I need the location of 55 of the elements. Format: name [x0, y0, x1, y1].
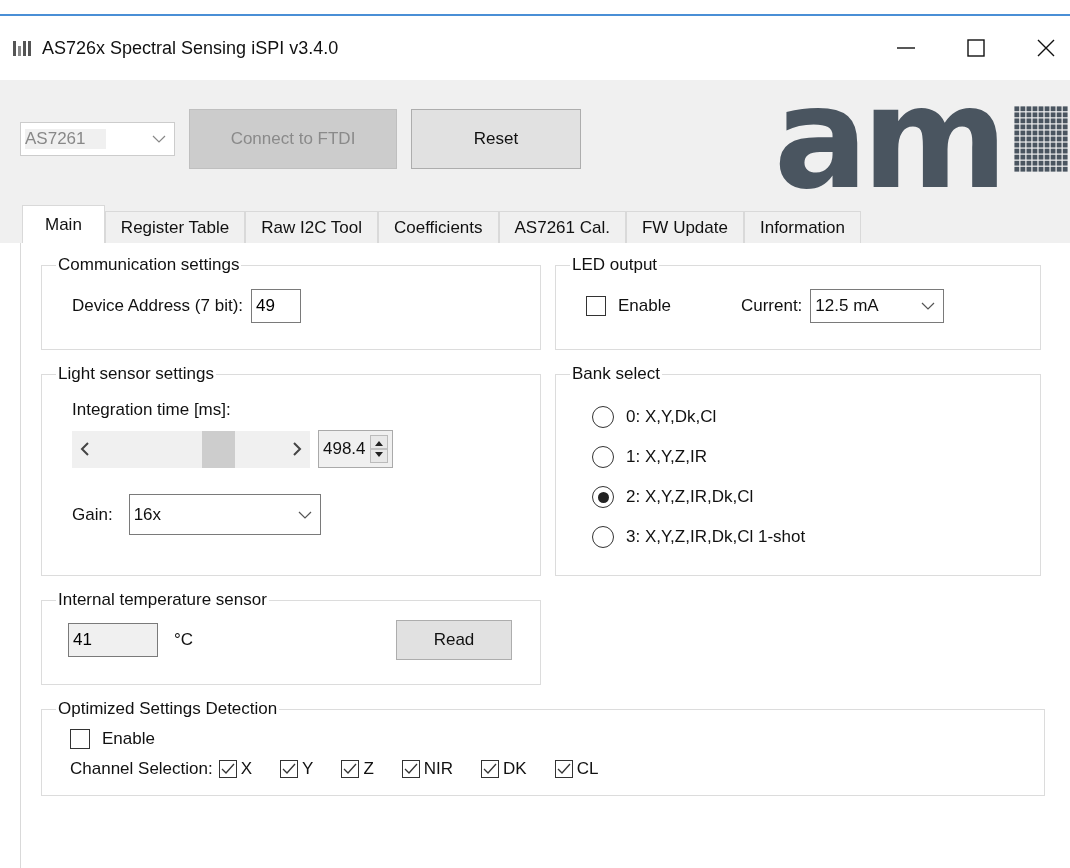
spin-arrows-icon[interactable] [369, 435, 388, 463]
radio-label: 0: X,Y,Dk,Cl [626, 407, 717, 427]
checkbox-label: CL [576, 759, 599, 779]
checkbox[interactable] [401, 760, 420, 778]
radio-label: 2: X,Y,Z,IR,Dk,Cl [626, 487, 754, 507]
tab[interactable]: Coefficients [378, 211, 499, 243]
group-title: Light sensor settings [57, 364, 215, 384]
checkbox-label: Enable [102, 729, 155, 749]
group-title: Internal temperature sensor [57, 590, 268, 610]
group-title: Bank select [571, 364, 661, 384]
maximize-icon[interactable] [966, 38, 986, 58]
current-select[interactable]: 12.5 mA [810, 289, 945, 323]
checkbox[interactable] [554, 760, 573, 778]
tab[interactable]: AS7261 Cal. [498, 211, 626, 243]
toolbar-button[interactable]: Reset [411, 109, 581, 169]
tab[interactable]: Main [22, 205, 105, 243]
checkbox[interactable] [481, 760, 500, 778]
checkbox[interactable] [280, 760, 299, 778]
field-label: Device Address (7 bit): [72, 296, 243, 316]
field-label: Current: [740, 296, 803, 316]
checkbox[interactable] [70, 729, 90, 749]
tab[interactable]: Register Table [104, 211, 246, 243]
chevron-down-icon [152, 135, 166, 143]
chevron-down-icon [297, 510, 312, 519]
checkbox-label: DK [503, 759, 527, 779]
gain-select[interactable]: 16x [128, 494, 321, 535]
group-title: Optimized Settings Detection [57, 699, 279, 719]
app-icon [12, 38, 34, 58]
tab[interactable]: Information [743, 211, 861, 243]
close-icon[interactable] [1036, 38, 1056, 58]
checkbox-label: Y [302, 759, 314, 779]
read-button[interactable]: Read [396, 620, 512, 660]
chevron-down-icon [921, 302, 936, 310]
radio-label: 1: X,Y,Z,IR [626, 447, 707, 467]
radio-label: 3: X,Y,Z,IR,Dk,Cl 1-shot [626, 527, 806, 547]
group-title: Communication settings [57, 255, 241, 275]
checkbox-label: Enable [618, 296, 671, 316]
address-field[interactable]: 49 [251, 289, 301, 323]
group-title: LED output [571, 255, 659, 275]
checkbox-label: X [240, 759, 253, 779]
field-label: Integration time [ms]: [72, 400, 232, 420]
window-title: AS726x Spectral Sensing iSPI v3.4.0 [42, 37, 339, 59]
logo-text: am [773, 89, 1002, 189]
temperature-field[interactable]: 41 [68, 623, 158, 657]
checkbox[interactable] [586, 296, 606, 316]
checkbox[interactable] [341, 760, 360, 778]
checkbox-label: NIR [423, 759, 454, 779]
unit-label: °C [174, 630, 194, 650]
field-label: Gain: [72, 504, 113, 525]
tab[interactable]: FW Update [626, 211, 744, 243]
field-label: Channel Selection: [70, 759, 213, 779]
checkbox-label: Z [363, 759, 374, 779]
checkbox[interactable] [218, 760, 237, 778]
tab[interactable]: Raw I2C Tool [245, 211, 378, 243]
number-spinner[interactable]: 498.4 [318, 430, 393, 468]
